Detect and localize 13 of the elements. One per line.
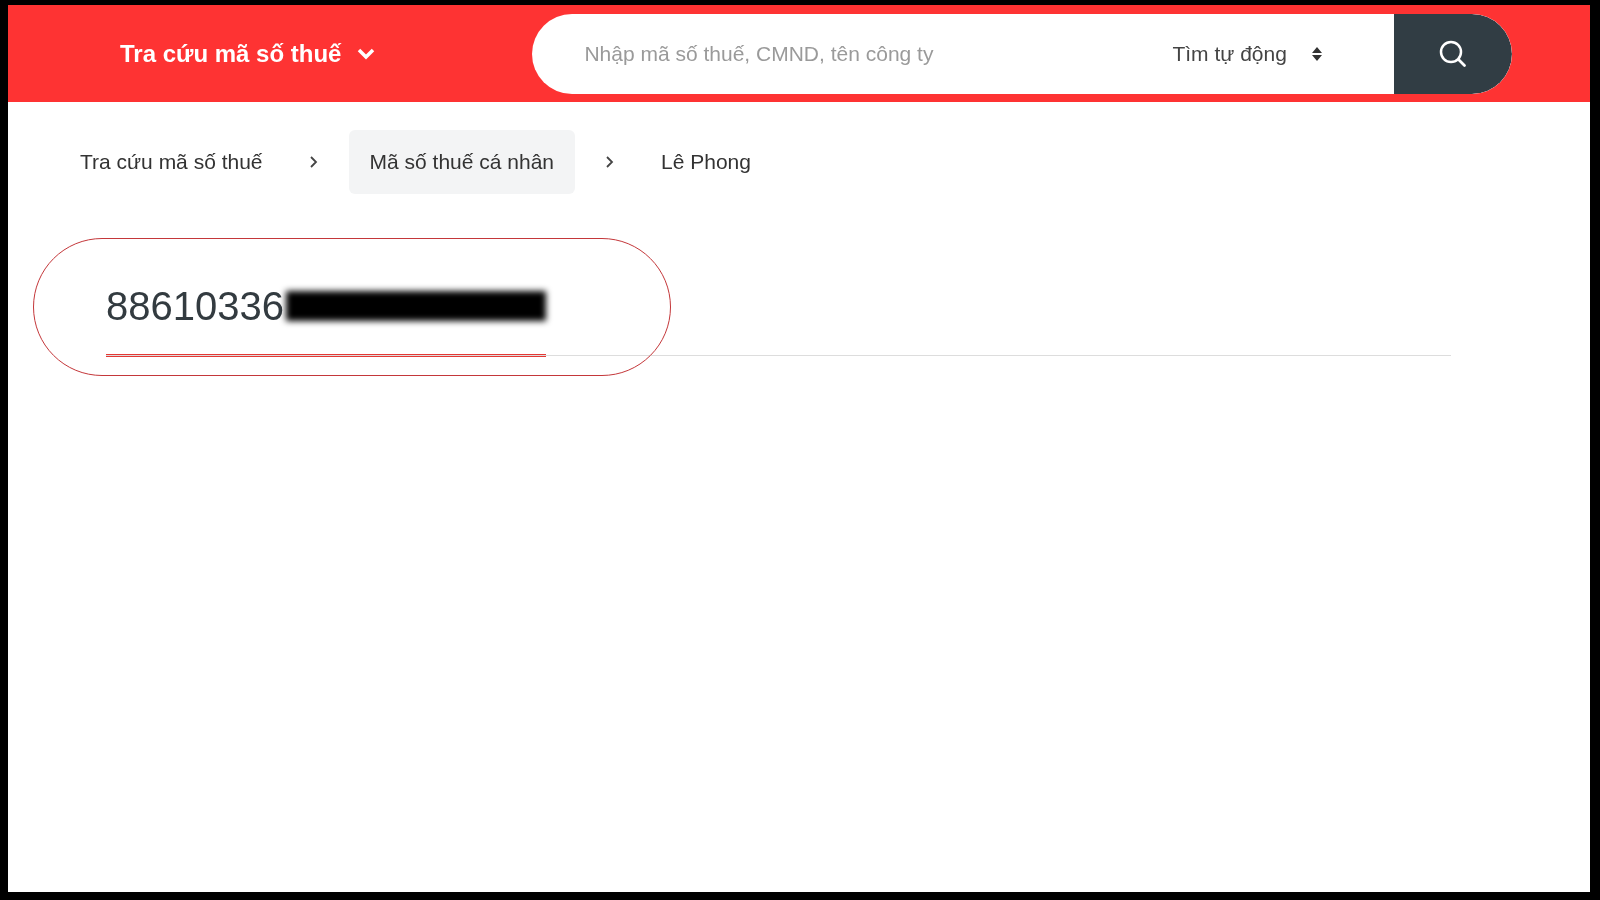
sort-arrows-icon (1310, 45, 1323, 62)
menu-dropdown[interactable]: Tra cứu mã số thuế (120, 35, 376, 72)
search-mode-select[interactable]: Tìm tự động (1172, 37, 1323, 70)
search-button[interactable] (1394, 13, 1513, 94)
breadcrumb-link[interactable]: Tra cứu mã số thuế (64, 130, 279, 194)
title-tab[interactable]: 88610336 (106, 276, 546, 357)
breadcrumb-link[interactable]: Lê Phong (645, 130, 767, 194)
search-icon (1438, 38, 1469, 69)
chevron-right-icon (605, 155, 615, 169)
chevron-right-icon (308, 155, 319, 169)
chevron-down-icon (357, 47, 376, 60)
breadcrumb-link[interactable]: Mã số thuế cá nhân (348, 130, 575, 194)
search-field[interactable]: Nhập mã số thuế, CMND, tên công ty (584, 37, 1145, 70)
